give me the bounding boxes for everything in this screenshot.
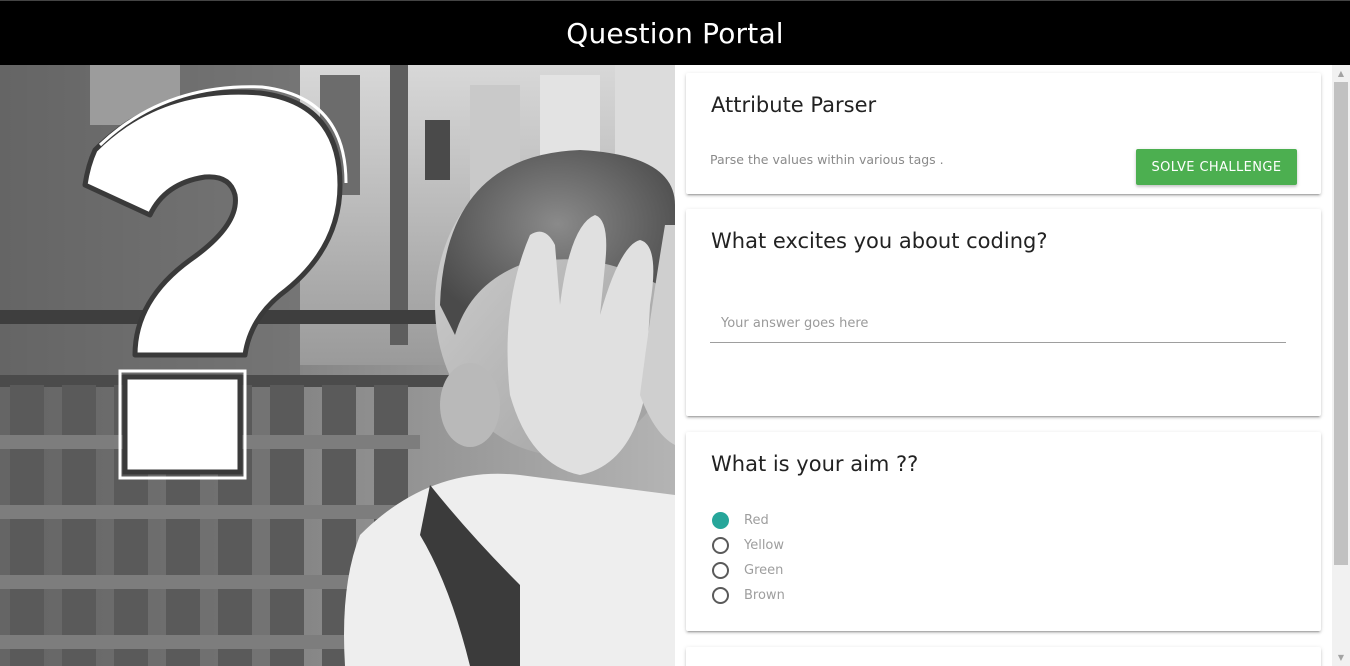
challenge-card: Attribute Parser Parse the values within… (686, 73, 1321, 194)
next-question-card (686, 647, 1321, 666)
page-title: Question Portal (566, 16, 784, 50)
option-label: Red (744, 513, 769, 528)
option-brown[interactable]: Brown (712, 583, 785, 608)
coding-question-card: What excites you about coding? (686, 209, 1321, 416)
option-label: Green (744, 563, 784, 578)
scrollbar-thumb[interactable] (1334, 82, 1348, 565)
page-scrollbar[interactable]: ▲ ▼ (1332, 65, 1350, 666)
challenge-description: Parse the values within various tags . (710, 152, 944, 167)
hero-photo (0, 65, 675, 666)
radio-button[interactable] (712, 587, 729, 604)
option-label: Yellow (744, 538, 785, 553)
answer-input[interactable] (710, 305, 1286, 343)
scroll-down-arrow-icon[interactable]: ▼ (1332, 649, 1350, 666)
aim-question-title: What is your aim ?? (711, 452, 919, 476)
scroll-up-arrow-icon[interactable]: ▲ (1332, 65, 1350, 82)
challenge-title: Attribute Parser (711, 93, 877, 117)
questions-panel: Attribute Parser Parse the values within… (675, 65, 1350, 666)
option-red[interactable]: Red (712, 508, 785, 533)
solve-challenge-button[interactable]: SOLVE CHALLENGE (1136, 149, 1297, 185)
hero-image (0, 65, 675, 666)
option-green[interactable]: Green (712, 558, 785, 583)
radio-button[interactable] (712, 562, 729, 579)
aim-options: Red Yellow Green Brown (712, 508, 785, 608)
radio-button-checked[interactable] (712, 512, 729, 529)
option-yellow[interactable]: Yellow (712, 533, 785, 558)
app-header: Question Portal (0, 0, 1350, 65)
aim-question-card: What is your aim ?? Red Yellow Green Bro… (686, 432, 1321, 631)
coding-question-title: What excites you about coding? (711, 229, 1048, 253)
radio-button[interactable] (712, 537, 729, 554)
option-label: Brown (744, 588, 785, 603)
